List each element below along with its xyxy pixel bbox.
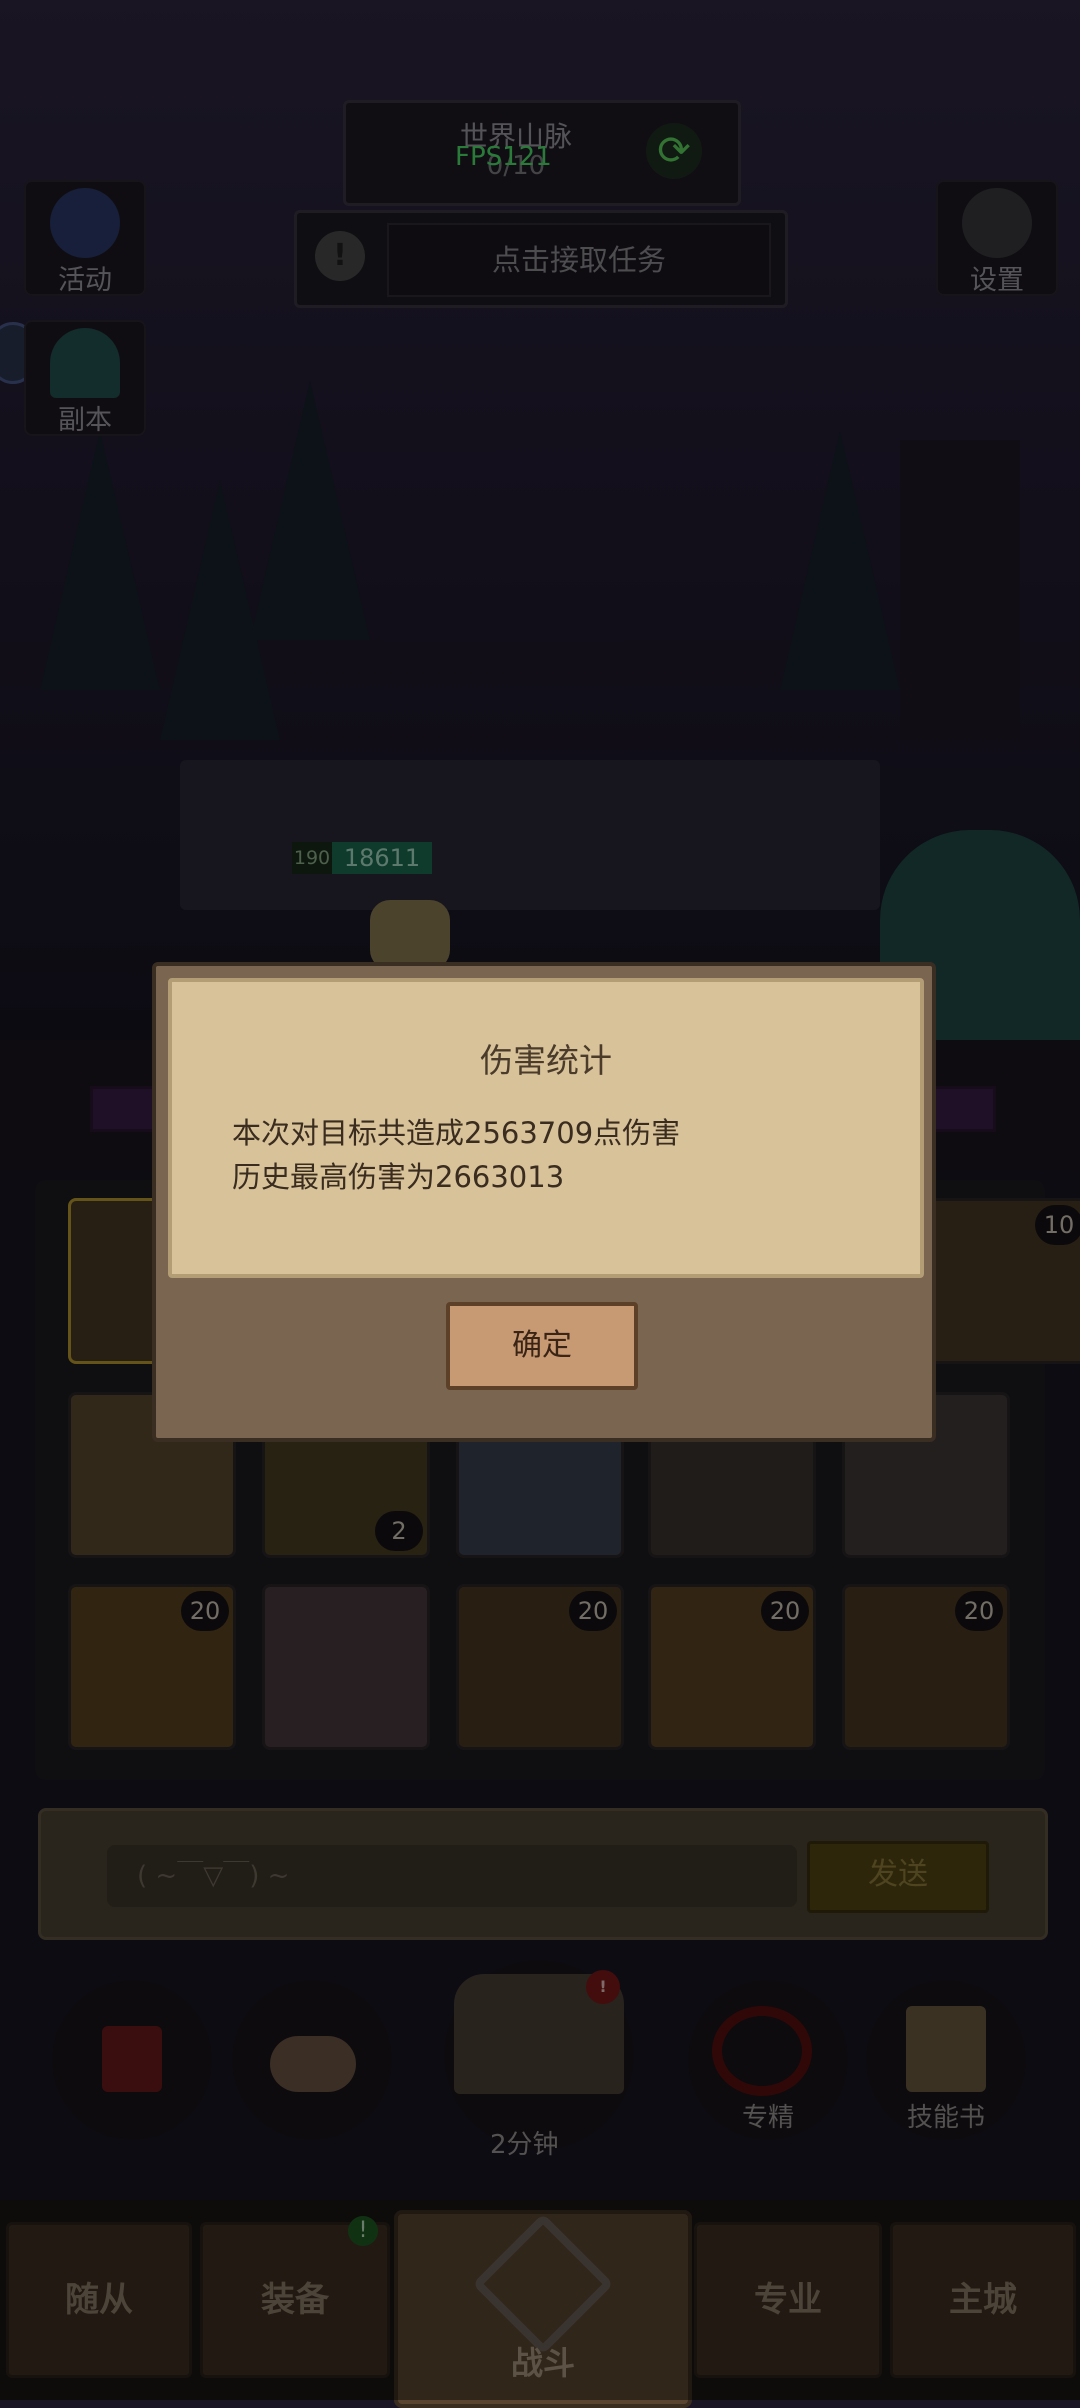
dialog-title: 伤害统计 bbox=[480, 1041, 612, 1080]
confirm-button[interactable]: 确定 bbox=[446, 1302, 638, 1390]
damage-record: 历史最高伤害为2663013 bbox=[232, 1160, 565, 1194]
damage-stats-dialog: 伤害统计 本次对目标共造成2563709点伤害 历史最高伤害为2663013 确… bbox=[152, 962, 936, 1442]
dialog-panel: 伤害统计 本次对目标共造成2563709点伤害 历史最高伤害为2663013 bbox=[168, 978, 924, 1278]
damage-this-time: 本次对目标共造成2563709点伤害 bbox=[232, 1116, 681, 1150]
